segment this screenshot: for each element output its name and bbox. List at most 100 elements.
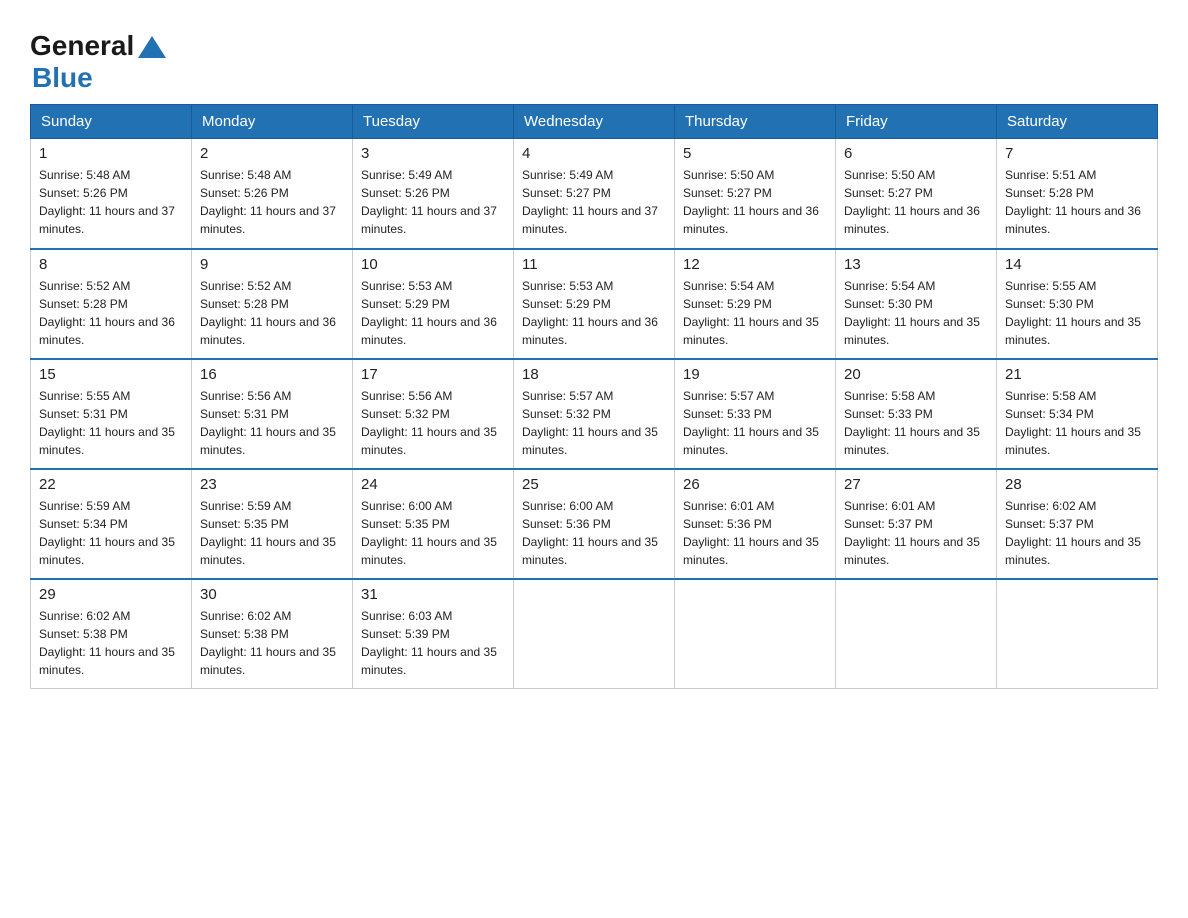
day-info: Sunrise: 5:50 AMSunset: 5:27 PMDaylight:… — [683, 166, 827, 238]
weekday-header-row: SundayMondayTuesdayWednesdayThursdayFrid… — [31, 105, 1158, 139]
day-info: Sunrise: 5:53 AMSunset: 5:29 PMDaylight:… — [522, 277, 666, 349]
day-number: 18 — [522, 366, 666, 383]
calendar-cell — [675, 579, 836, 689]
calendar-cell: 7Sunrise: 5:51 AMSunset: 5:28 PMDaylight… — [997, 139, 1158, 249]
day-number: 22 — [39, 476, 183, 493]
calendar-cell: 31Sunrise: 6:03 AMSunset: 5:39 PMDayligh… — [353, 579, 514, 689]
calendar-cell: 30 Sunrise: 6:02 AMSunset: 5:38 PMDayligh… — [192, 579, 353, 689]
weekday-header-thursday: Thursday — [675, 105, 836, 139]
week-row-4: 22 Sunrise: 5:59 AMSunset: 5:34 PMDayligh… — [31, 469, 1158, 579]
day-number: 14 — [1005, 256, 1149, 273]
day-number: 1 — [39, 145, 183, 162]
logo-blue-text: Blue — [32, 62, 93, 93]
weekday-header-saturday: Saturday — [997, 105, 1158, 139]
day-number: 28 — [1005, 476, 1149, 493]
day-info: Sunrise: 5:49 AMSunset: 5:27 PMDaylight:… — [522, 166, 666, 238]
day-number: 12 — [683, 256, 827, 273]
day-number: 23 — [200, 476, 344, 493]
day-info: Sunrise: 5:59 AMSunset: 5:34 PMDaylight:… — [39, 497, 183, 569]
day-number: 19 — [683, 366, 827, 383]
calendar-cell: 28 Sunrise: 6:02 AMSunset: 5:37 PMDayligh… — [997, 469, 1158, 579]
day-number: 20 — [844, 366, 988, 383]
weekday-header-sunday: Sunday — [31, 105, 192, 139]
week-row-2: 8 Sunrise: 5:52 AMSunset: 5:28 PMDaylight… — [31, 249, 1158, 359]
calendar-cell: 6Sunrise: 5:50 AMSunset: 5:27 PMDaylight… — [836, 139, 997, 249]
day-info: Sunrise: 5:56 AMSunset: 5:32 PMDaylight:… — [361, 387, 505, 459]
day-info: Sunrise: 5:56 AMSunset: 5:31 PMDaylight:… — [200, 387, 344, 459]
week-row-3: 15 Sunrise: 5:55 AMSunset: 5:31 PMDayligh… — [31, 359, 1158, 469]
day-number: 15 — [39, 366, 183, 383]
calendar-cell — [836, 579, 997, 689]
day-number: 16 — [200, 366, 344, 383]
day-info: Sunrise: 6:01 AMSunset: 5:36 PMDaylight:… — [683, 497, 827, 569]
week-row-1: 1 Sunrise: 5:48 AMSunset: 5:26 PMDaylight… — [31, 139, 1158, 249]
day-info: Sunrise: 5:52 AMSunset: 5:28 PMDaylight:… — [200, 277, 344, 349]
day-number: 8 — [39, 256, 183, 273]
day-number: 5 — [683, 145, 827, 162]
logo-triangle-icon — [138, 36, 166, 58]
day-info: Sunrise: 5:49 AMSunset: 5:26 PMDaylight:… — [361, 166, 505, 238]
day-number: 29 — [39, 586, 183, 603]
day-info: Sunrise: 5:59 AMSunset: 5:35 PMDaylight:… — [200, 497, 344, 569]
calendar-cell: 18 Sunrise: 5:57 AMSunset: 5:32 PMDayligh… — [514, 359, 675, 469]
day-info: Sunrise: 6:02 AMSunset: 5:38 PMDaylight:… — [39, 607, 183, 679]
weekday-header-tuesday: Tuesday — [353, 105, 514, 139]
calendar-cell: 15 Sunrise: 5:55 AMSunset: 5:31 PMDayligh… — [31, 359, 192, 469]
calendar-cell: 8 Sunrise: 5:52 AMSunset: 5:28 PMDaylight… — [31, 249, 192, 359]
calendar-cell: 9 Sunrise: 5:52 AMSunset: 5:28 PMDaylight… — [192, 249, 353, 359]
day-info: Sunrise: 5:58 AMSunset: 5:34 PMDaylight:… — [1005, 387, 1149, 459]
day-info: Sunrise: 5:52 AMSunset: 5:28 PMDaylight:… — [39, 277, 183, 349]
day-info: Sunrise: 5:48 AMSunset: 5:26 PMDaylight:… — [39, 166, 183, 238]
day-number: 26 — [683, 476, 827, 493]
day-number: 9 — [200, 256, 344, 273]
day-info: Sunrise: 5:50 AMSunset: 5:27 PMDaylight:… — [844, 166, 988, 238]
calendar-cell: 16 Sunrise: 5:56 AMSunset: 5:31 PMDayligh… — [192, 359, 353, 469]
day-info: Sunrise: 5:57 AMSunset: 5:32 PMDaylight:… — [522, 387, 666, 459]
calendar-cell: 27Sunrise: 6:01 AMSunset: 5:37 PMDayligh… — [836, 469, 997, 579]
page-header: General Blue — [30, 20, 1158, 94]
day-number: 2 — [200, 145, 344, 162]
day-info: Sunrise: 6:00 AMSunset: 5:36 PMDaylight:… — [522, 497, 666, 569]
day-number: 10 — [361, 256, 505, 273]
day-info: Sunrise: 5:48 AMSunset: 5:26 PMDaylight:… — [200, 166, 344, 238]
day-info: Sunrise: 5:54 AMSunset: 5:30 PMDaylight:… — [844, 277, 988, 349]
day-info: Sunrise: 5:58 AMSunset: 5:33 PMDaylight:… — [844, 387, 988, 459]
day-number: 3 — [361, 145, 505, 162]
day-info: Sunrise: 6:02 AMSunset: 5:37 PMDaylight:… — [1005, 497, 1149, 569]
day-number: 24 — [361, 476, 505, 493]
day-number: 31 — [361, 586, 505, 603]
calendar-cell: 29 Sunrise: 6:02 AMSunset: 5:38 PMDayligh… — [31, 579, 192, 689]
weekday-header-wednesday: Wednesday — [514, 105, 675, 139]
calendar-cell: 12 Sunrise: 5:54 AMSunset: 5:29 PMDayligh… — [675, 249, 836, 359]
calendar-cell: 24 Sunrise: 6:00 AMSunset: 5:35 PMDayligh… — [353, 469, 514, 579]
day-info: Sunrise: 5:57 AMSunset: 5:33 PMDaylight:… — [683, 387, 827, 459]
calendar-cell — [514, 579, 675, 689]
calendar-cell: 17Sunrise: 5:56 AMSunset: 5:32 PMDayligh… — [353, 359, 514, 469]
day-number: 13 — [844, 256, 988, 273]
calendar-table: SundayMondayTuesdayWednesdayThursdayFrid… — [30, 104, 1158, 689]
calendar-cell: 20 Sunrise: 5:58 AMSunset: 5:33 PMDayligh… — [836, 359, 997, 469]
calendar-cell: 2 Sunrise: 5:48 AMSunset: 5:26 PMDaylight… — [192, 139, 353, 249]
day-info: Sunrise: 5:54 AMSunset: 5:29 PMDaylight:… — [683, 277, 827, 349]
day-info: Sunrise: 5:53 AMSunset: 5:29 PMDaylight:… — [361, 277, 505, 349]
day-info: Sunrise: 5:51 AMSunset: 5:28 PMDaylight:… — [1005, 166, 1149, 238]
calendar-cell: 23 Sunrise: 5:59 AMSunset: 5:35 PMDayligh… — [192, 469, 353, 579]
day-number: 21 — [1005, 366, 1149, 383]
calendar-cell: 14Sunrise: 5:55 AMSunset: 5:30 PMDayligh… — [997, 249, 1158, 359]
calendar-cell: 25Sunrise: 6:00 AMSunset: 5:36 PMDayligh… — [514, 469, 675, 579]
day-info: Sunrise: 6:02 AMSunset: 5:38 PMDaylight:… — [200, 607, 344, 679]
weekday-header-monday: Monday — [192, 105, 353, 139]
day-number: 30 — [200, 586, 344, 603]
day-info: Sunrise: 6:00 AMSunset: 5:35 PMDaylight:… — [361, 497, 505, 569]
calendar-cell: 22 Sunrise: 5:59 AMSunset: 5:34 PMDayligh… — [31, 469, 192, 579]
calendar-cell: 4Sunrise: 5:49 AMSunset: 5:27 PMDaylight… — [514, 139, 675, 249]
calendar-cell: 21 Sunrise: 5:58 AMSunset: 5:34 PMDayligh… — [997, 359, 1158, 469]
logo-general-text: General — [30, 30, 134, 62]
day-info: Sunrise: 5:55 AMSunset: 5:31 PMDaylight:… — [39, 387, 183, 459]
logo: General Blue — [30, 30, 168, 94]
day-number: 11 — [522, 256, 666, 273]
calendar-cell: 11 Sunrise: 5:53 AMSunset: 5:29 PMDayligh… — [514, 249, 675, 359]
week-row-5: 29 Sunrise: 6:02 AMSunset: 5:38 PMDayligh… — [31, 579, 1158, 689]
weekday-header-friday: Friday — [836, 105, 997, 139]
calendar-cell: 1 Sunrise: 5:48 AMSunset: 5:26 PMDaylight… — [31, 139, 192, 249]
